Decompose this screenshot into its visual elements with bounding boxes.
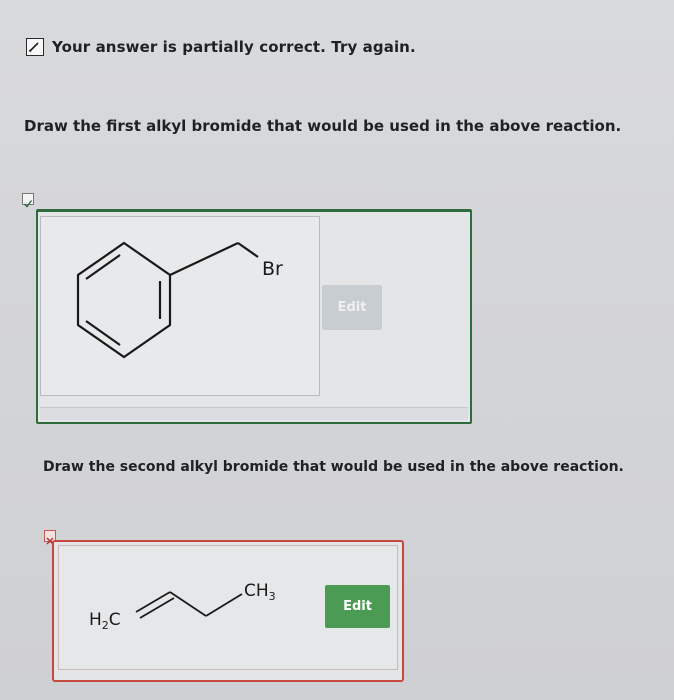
ch2-bond [169, 242, 239, 276]
double-bond-offset [139, 597, 175, 619]
butene-structure: H2C CH3 [89, 581, 276, 632]
check-icon [22, 193, 34, 208]
h2c-label: H2C [89, 610, 121, 632]
c-br-bond [237, 242, 259, 258]
edit-answer-1-button[interactable]: Edit [322, 285, 382, 330]
pencil-icon [26, 38, 44, 56]
answer-1-panel-footer [40, 407, 468, 420]
benzyl-bromide-structure: Br [76, 241, 283, 359]
question-2-prompt: Draw the second alkyl bromide that would… [43, 459, 624, 475]
question-1-prompt: Draw the first alkyl bromide that would … [24, 117, 622, 135]
feedback-message: Your answer is partially correct. Try ag… [26, 38, 416, 56]
br-atom-label: Br [262, 258, 283, 280]
ch-ch2-bond [169, 591, 207, 617]
benzene-ring [76, 241, 172, 359]
ch2-ch3-bond [205, 593, 243, 617]
double-bond-main [135, 591, 171, 613]
ch3-label: CH3 [244, 581, 276, 603]
feedback-text: Your answer is partially correct. Try ag… [52, 38, 416, 56]
edit-answer-2-button[interactable]: Edit [325, 585, 390, 628]
